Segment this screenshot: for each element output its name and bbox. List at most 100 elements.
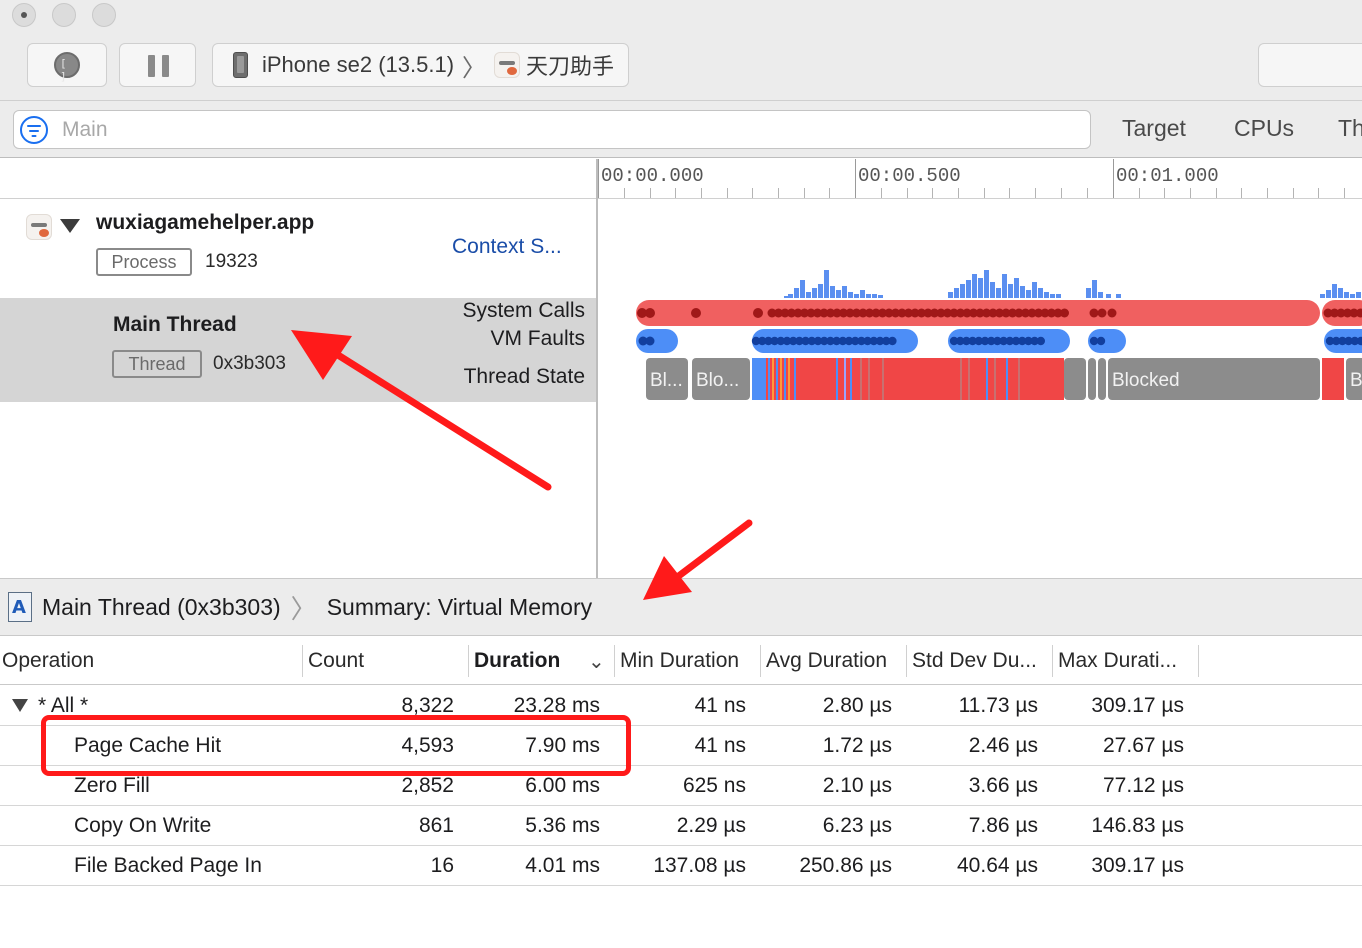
detail-breadcrumb-bar: Main Thread (0x3b303) 〉 Summary: Virtual… [0,578,1362,636]
zoom-window-button[interactable] [92,3,116,27]
toolbar-right-button[interactable] [1258,43,1362,87]
cell-duration: 7.90 ms [525,734,600,757]
activity-bar [878,295,883,298]
column-header-duration[interactable]: Duration [472,637,582,685]
cell-min-duration: 41 ns [694,734,746,757]
activity-bar [978,278,983,298]
thread-state-segment[interactable] [1088,358,1096,400]
filter-field[interactable] [13,110,1091,149]
activity-bar [1038,288,1043,298]
thread-state-stripe [794,358,796,400]
track-list-empty-area [0,402,597,578]
pause-button[interactable] [119,43,196,87]
activity-bar [990,282,995,298]
table-row[interactable]: Zero Fill 2,852 6.00 ms 625 ns 2.10 µs 3.66 µ… [0,766,1362,806]
cell-avg-duration: 250.86 µs [799,854,892,877]
cell-operation: File Backed Page In [74,854,262,877]
time-ruler[interactable]: 00:00.000 00:00.500 00:01.000 [598,159,1362,199]
cell-count: 8,322 [401,694,454,717]
thread-state-segment[interactable] [1098,358,1106,400]
filter-icon[interactable] [20,115,48,144]
vm-fault-dot [1036,336,1045,346]
disclosure-triangle-icon[interactable] [60,219,80,233]
column-header-avg-duration[interactable]: Avg Duration [764,637,904,685]
activity-bar [842,286,847,298]
column-header-operation[interactable]: Operation [0,637,300,685]
cell-max-duration: 309.17 µs [1091,854,1184,877]
activity-bar [1332,284,1337,298]
cell-count: 2,852 [401,774,454,797]
vm-fault-dot [645,336,655,346]
thread-state-stripe [776,358,778,400]
breadcrumb-summary[interactable]: Summary: Virtual Memory [327,594,592,621]
column-header-min-duration[interactable]: Min Duration [618,637,758,685]
table-row[interactable]: Copy On Write 861 5.36 ms 2.29 µs 6.23 µs 7.8… [0,806,1362,846]
activity-bar [996,288,1001,298]
table-row[interactable]: Page Cache Hit 4,593 7.90 ms 41 ns 1.72 µs 2.… [0,726,1362,766]
toolbar: iPhone se2 (13.5.1) 〉 天刀助手 [0,0,1362,101]
activity-bar [1344,292,1349,298]
activity-bar [794,288,799,298]
activity-bar [1086,288,1091,298]
pane-divider[interactable] [596,159,598,579]
activity-bar [1002,274,1007,298]
activity-bar [860,290,865,298]
app-icon [494,52,521,78]
app-name: 天刀助手 [526,54,615,79]
record-button[interactable] [27,43,107,87]
activity-bar [1092,280,1097,298]
timeline-graph[interactable]: Bl... Blo... Blocked B [598,200,1362,578]
thread-state-label: Blo... [696,370,739,391]
activity-bar [818,284,823,298]
filter-bar: Target CPUs Th [0,101,1362,158]
record-icon [54,52,80,83]
activity-bar [948,292,953,298]
disclosure-triangle-icon[interactable] [12,699,28,712]
scope-tab-target[interactable]: Target [1122,115,1186,142]
column-header-max-duration[interactable]: Max Durati... [1056,637,1196,685]
scope-tab-cpus[interactable]: CPUs [1234,115,1294,142]
pause-icon [148,55,155,77]
chevron-right-icon: 〉 [462,54,487,82]
cell-avg-duration: 1.72 µs [822,734,892,757]
activity-bar [806,292,811,298]
thread-state-stripe [994,358,996,400]
activity-bar [824,270,829,298]
cell-operation: Zero Fill [74,774,150,797]
activity-bar [1106,294,1111,298]
minimize-window-button[interactable] [52,3,76,27]
scope-tab-threads[interactable]: Th [1338,115,1362,142]
activity-bar [966,280,971,298]
activity-bar [1008,284,1013,298]
activity-bar [972,274,977,298]
thread-state-stripe [836,358,838,400]
iphone-icon [233,52,248,78]
target-selector[interactable]: iPhone se2 (13.5.1) 〉 天刀助手 [212,43,629,87]
syscall-dot [1097,308,1107,318]
thread-state-stripe [768,358,770,400]
breadcrumb-thread[interactable]: Main Thread (0x3b303) [42,594,281,621]
lane-label-system-calls: System Calls [462,299,585,322]
table-row[interactable]: File Backed Page In 16 4.01 ms 137.08 µs 250… [0,846,1362,886]
thread-state-segment[interactable] [752,358,766,400]
thread-state-segment[interactable] [1064,358,1086,400]
context-switch-lane-label: Context S... [452,235,562,258]
process-name: wuxiagamehelper.app [96,211,315,234]
cell-std-dev: 40.64 µs [957,854,1038,877]
cell-count: 861 [418,814,454,837]
sort-descending-icon[interactable]: ⌄ [588,649,605,674]
cell-operation: * All * [38,694,89,717]
table-row[interactable]: * All * 8,322 23.28 ms 41 ns 2.80 µs 11.73 µs… [0,686,1362,726]
filter-input[interactable] [62,117,962,142]
thread-state-segment[interactable] [1322,358,1344,400]
thread-state-stripe [850,358,852,400]
activity-bar [836,290,841,298]
process-app-icon [26,214,52,240]
close-window-button[interactable] [12,3,36,27]
thread-state-stripe [1006,358,1008,400]
activity-bar [1356,292,1361,298]
column-header-count[interactable]: Count [306,637,466,685]
timeline-lanes[interactable]: Bl... Blo... Blocked B [598,200,1362,578]
column-header-std-dev[interactable]: Std Dev Du... [910,637,1050,685]
activity-bar [800,280,805,298]
